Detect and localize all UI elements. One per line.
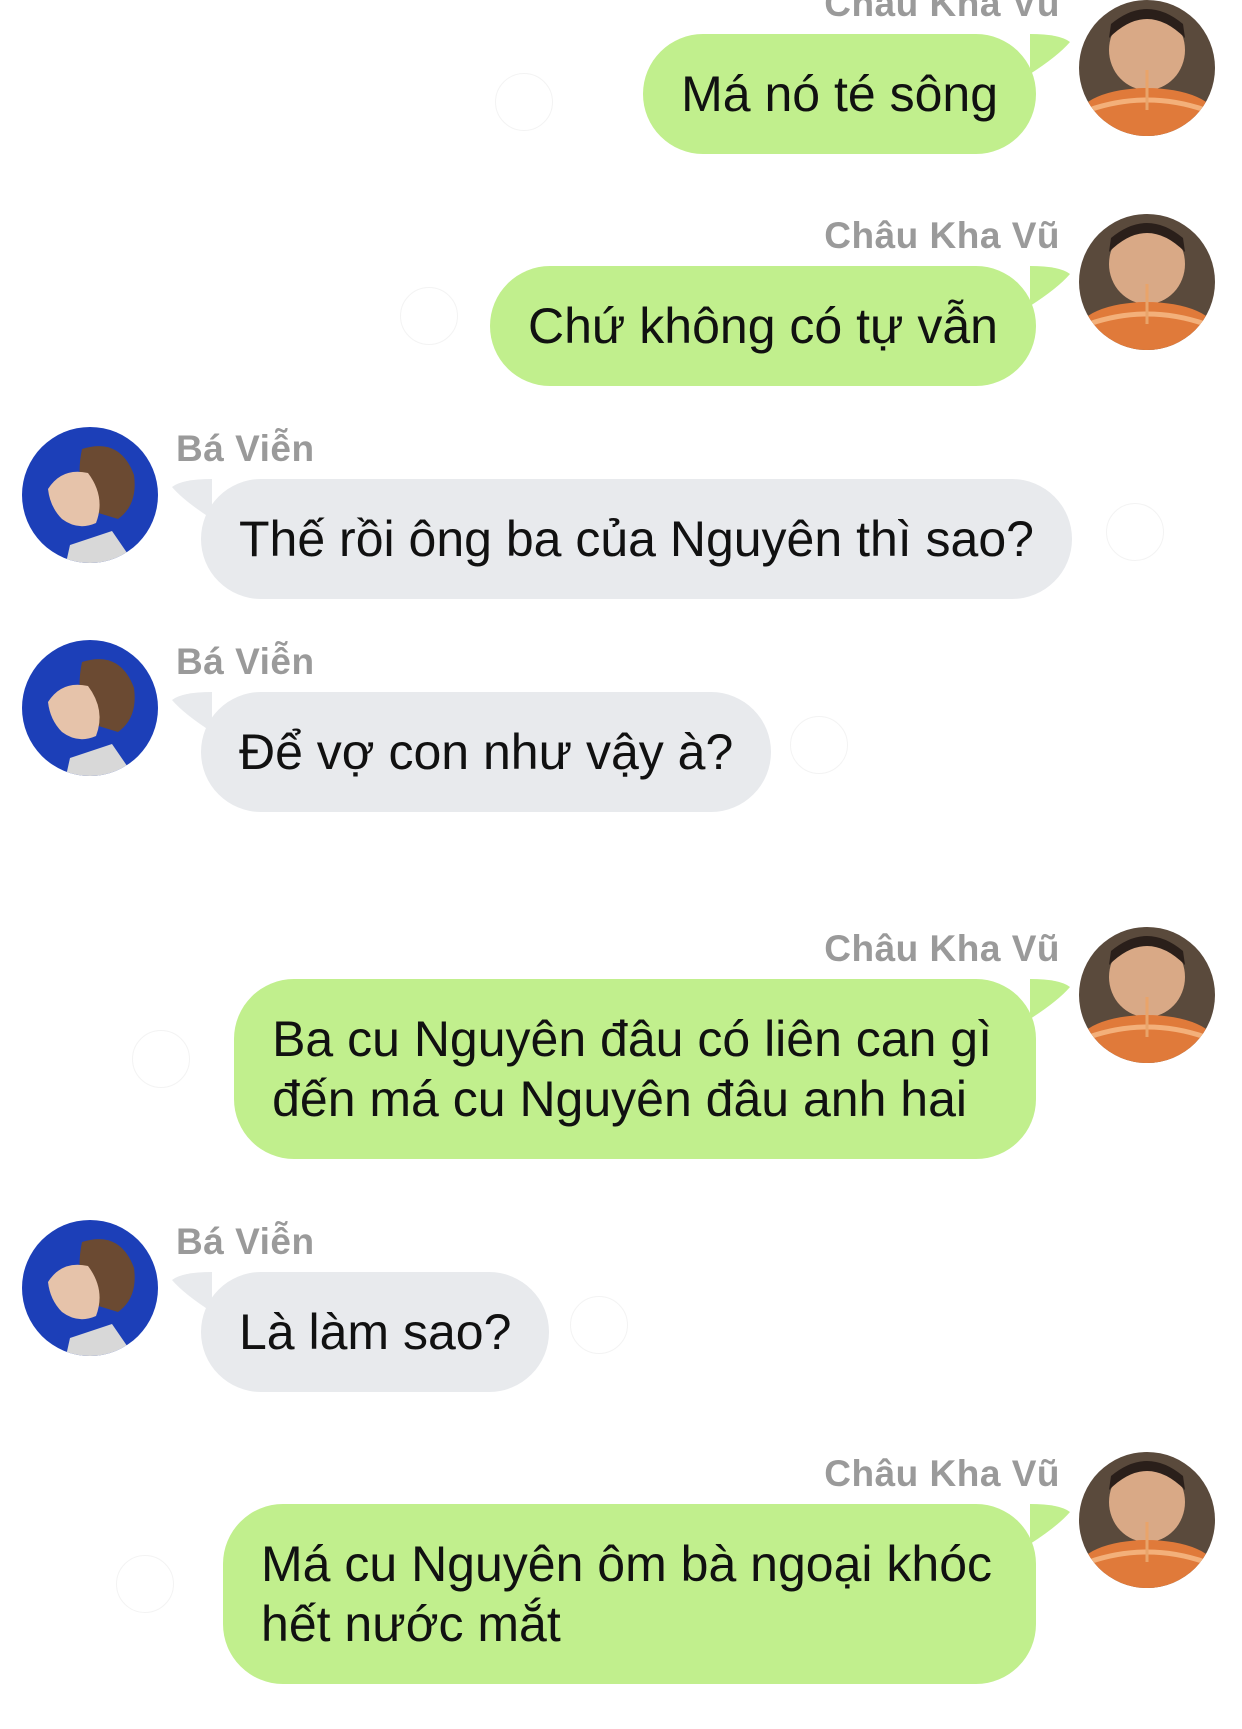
add-reaction-icon[interactable] — [400, 287, 458, 345]
message-text: Thế rồi ông ba của Nguyên thì sao? — [239, 511, 1034, 567]
add-reaction-icon[interactable] — [790, 716, 848, 774]
message-text: Chứ không có tự vẫn — [528, 298, 998, 354]
add-reaction-icon[interactable] — [132, 1030, 190, 1088]
bubble-tail — [1030, 34, 1070, 74]
avatar[interactable] — [22, 1220, 158, 1356]
message-bubble[interactable]: Chứ không có tự vẫn — [490, 266, 1036, 386]
message-text: Để vợ con như vậy à? — [239, 724, 734, 780]
message-text: Ba cu Nguyên đâu có liên can gì — [272, 1011, 992, 1067]
message-text: Má nó té sông — [681, 66, 998, 122]
add-reaction-icon[interactable] — [1106, 503, 1164, 561]
bubble-tail — [1030, 1504, 1070, 1544]
add-reaction-icon[interactable] — [116, 1555, 174, 1613]
sender-name: Bá Viễn — [176, 428, 315, 469]
avatar[interactable] — [1079, 0, 1215, 136]
bubble-tail — [1030, 266, 1070, 306]
sender-name: Châu Kha Vũ — [824, 928, 1060, 969]
message-text: Là làm sao? — [239, 1304, 512, 1360]
message-bubble[interactable]: Ba cu Nguyên đâu có liên can gì đến má c… — [234, 979, 1036, 1159]
avatar[interactable] — [22, 427, 158, 563]
bubble-tail — [1030, 979, 1070, 1019]
sender-name: Châu Kha Vũ — [824, 0, 1060, 24]
message-text: hết nước mắt — [261, 1596, 561, 1652]
avatar[interactable] — [1079, 927, 1215, 1063]
add-reaction-icon[interactable] — [570, 1296, 628, 1354]
message-text: đến má cu Nguyên đâu anh hai — [272, 1071, 968, 1127]
message-bubble[interactable]: Để vợ con như vậy à? — [201, 692, 772, 812]
sender-name: Châu Kha Vũ — [824, 215, 1060, 256]
sender-name: Châu Kha Vũ — [824, 1453, 1060, 1494]
message-bubble[interactable]: Má nó té sông — [643, 34, 1036, 154]
message-text: Má cu Nguyên ôm bà ngoại khóc — [261, 1536, 992, 1592]
message-bubble[interactable]: Thế rồi ông ba của Nguyên thì sao? — [201, 479, 1072, 599]
sender-name: Bá Viễn — [176, 1221, 315, 1262]
sender-name: Bá Viễn — [176, 641, 315, 682]
message-bubble[interactable]: Là làm sao? — [201, 1272, 550, 1392]
avatar[interactable] — [22, 640, 158, 776]
add-reaction-icon[interactable] — [495, 73, 553, 131]
avatar[interactable] — [1079, 214, 1215, 350]
avatar[interactable] — [1079, 1452, 1215, 1588]
message-bubble[interactable]: Má cu Nguyên ôm bà ngoại khóc hết nước m… — [223, 1504, 1036, 1684]
